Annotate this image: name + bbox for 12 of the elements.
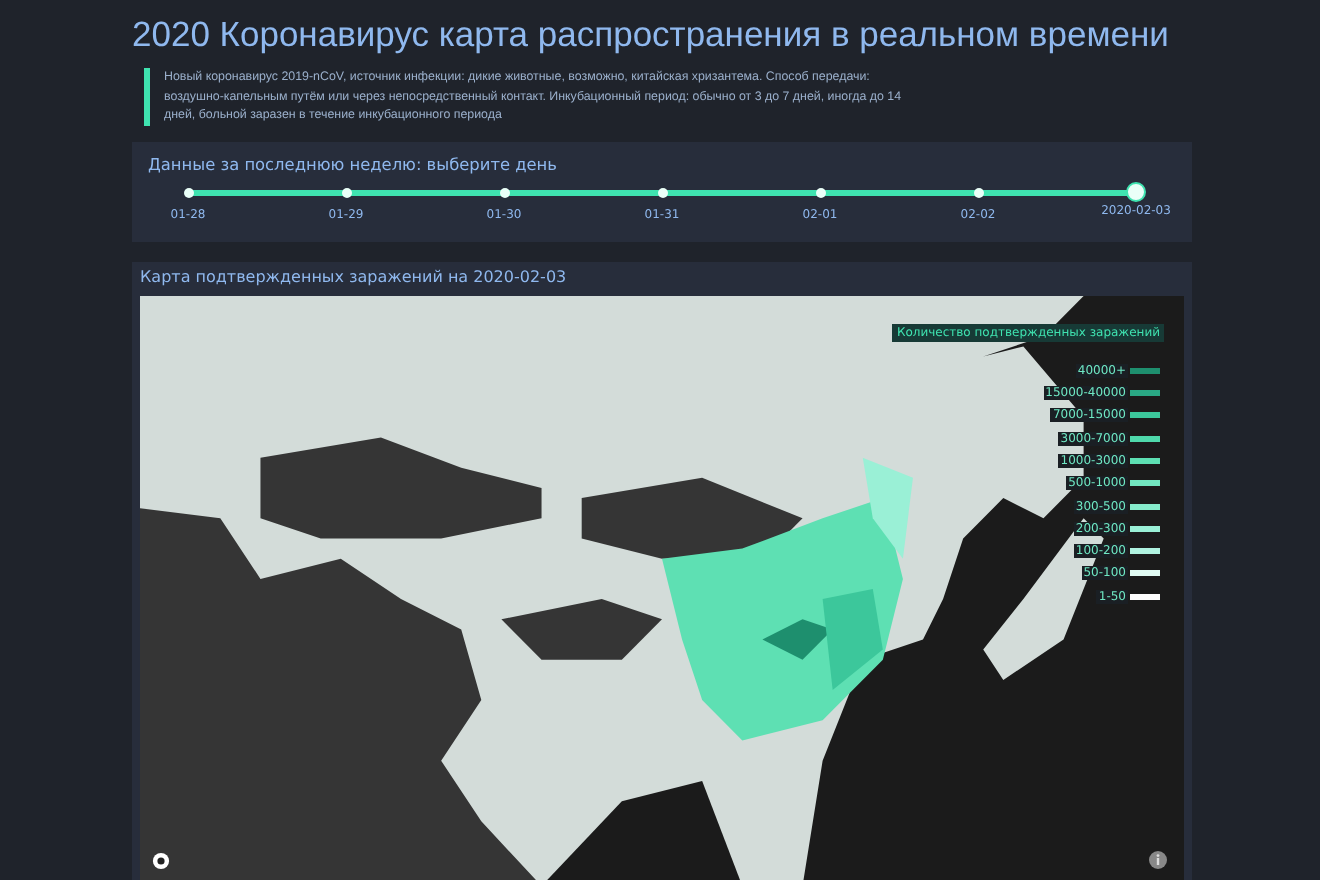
slider-dot[interactable] bbox=[341, 187, 351, 197]
logo-icon[interactable] bbox=[152, 851, 170, 869]
slider-label: Данные за последнюю неделю: выберите день bbox=[148, 153, 559, 173]
slider-dot[interactable] bbox=[973, 187, 983, 197]
page-title: 2020 Коронавирус карта распространения в реальном времени bbox=[132, 12, 1169, 56]
slider-dot[interactable] bbox=[499, 187, 509, 197]
info-icon[interactable] bbox=[1148, 849, 1168, 869]
slider-handle[interactable] bbox=[1126, 182, 1146, 202]
map-title: Карта подтвержденных заражений на 2020-02-03 bbox=[140, 265, 569, 290]
slider-dot[interactable] bbox=[657, 187, 667, 197]
slider-dot[interactable] bbox=[815, 187, 825, 197]
slider-dot[interactable] bbox=[183, 187, 193, 197]
